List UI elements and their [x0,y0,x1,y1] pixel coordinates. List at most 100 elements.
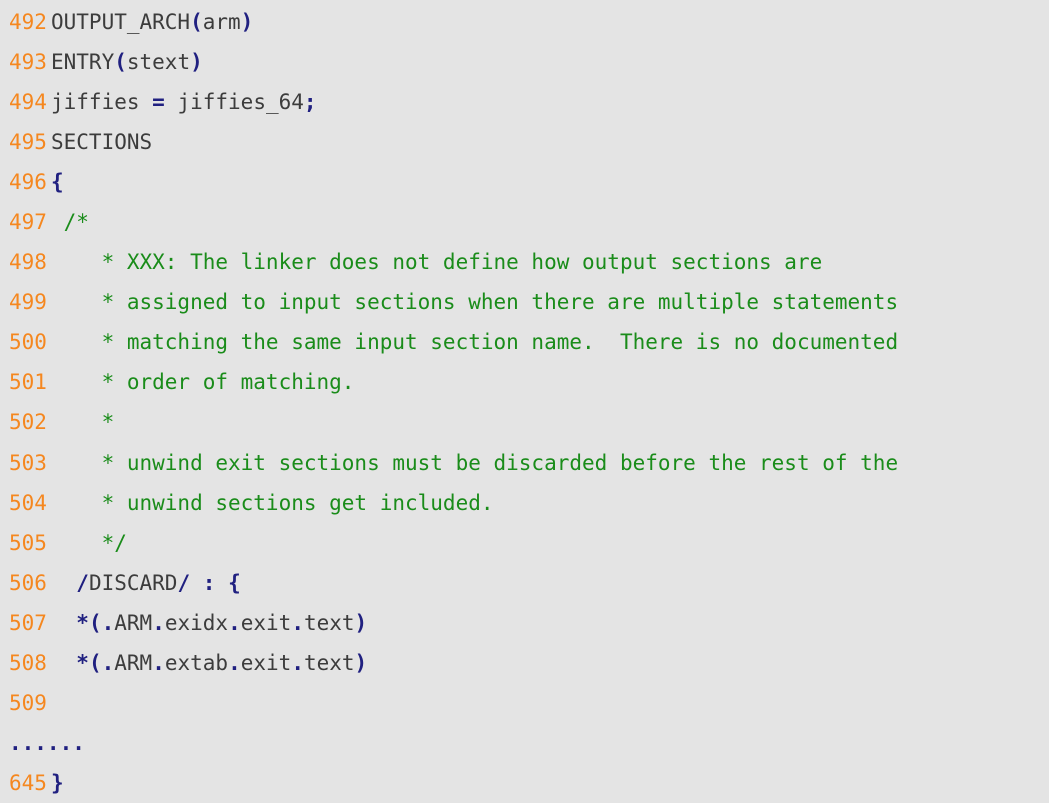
code-line: 495 SECTIONS [0,122,1049,162]
token-punc: : [202,570,216,595]
line-number: 501 [9,370,47,395]
token-punc: . [228,650,241,675]
token-plain: jiffies [51,90,153,115]
line-code: *(.ARM.exidx.exit.text) [50,603,367,643]
token-comment: * [51,410,115,435]
line-code: ENTRY(stext) [50,42,203,82]
line-number: 498 [9,250,47,275]
code-line: 494 jiffies = jiffies_64; [0,82,1049,122]
line-code: jiffies = jiffies_64; [50,82,317,122]
line-number: 499 [9,290,47,315]
line-code: * matching the same input section name. … [50,322,899,362]
code-line: 492 OUTPUT_ARCH(arm) [0,2,1049,42]
line-number: 504 [9,490,47,515]
token-plain: ARM [114,610,153,635]
token-plain: SECTIONS [51,130,153,155]
line-number: 507 [9,610,47,635]
line-number: 506 [9,570,47,595]
line-number: 495 [9,130,47,155]
code-line: 645} [0,763,1049,803]
line-code: } [50,763,64,803]
ellipsis-separator-row: ...... [0,723,1049,763]
line-number: 497 [9,210,47,235]
token-punc: ; [303,90,317,115]
token-comment: * XXX: The linker does not define how ou… [51,250,823,275]
token-plain: stext [126,50,191,75]
line-code: SECTIONS [50,122,152,162]
code-line: 501 * order of matching. [0,362,1049,402]
token-punc: / [76,570,89,595]
code-line: 500 * matching the same input section na… [0,322,1049,362]
token-plain: arm [202,10,241,34]
token-comment: * unwind exit sections must be discarded… [51,450,899,475]
token-plain: ARM [114,650,153,675]
line-number: 502 [9,410,47,435]
line-code: * assigned to input sections when there … [50,282,899,322]
line-number: 496 [9,170,47,195]
line-code: OUTPUT_ARCH(arm) [50,2,253,42]
line-code: { [50,162,64,202]
token-comment: */ [51,530,127,555]
token-punc: { [51,170,64,195]
token-punc: = [152,90,165,115]
token-plain: OUTPUT_ARCH [51,10,191,34]
line-number: 493 [9,50,47,75]
code-line: 504 * unwind sections get included. [0,483,1049,523]
token-punc: * [76,610,89,635]
line-code: *(.ARM.extab.exit.text) [50,643,367,683]
code-line: 503 * unwind exit sections must be disca… [0,443,1049,483]
token-punc: * [76,650,89,675]
line-code: /* [50,202,89,242]
line-code: * XXX: The linker does not define how ou… [50,242,823,282]
token-plain: extab [164,650,229,675]
line-code: * [50,402,115,442]
line-code: /DISCARD/ : { [50,563,241,603]
line-code: * order of matching. [50,362,355,402]
token-comment: * assigned to input sections when there … [51,290,899,315]
token-punc: . [152,610,165,635]
token-punc: ( [88,650,102,675]
token-comment: * order of matching. [51,370,355,395]
line-number: 505 [9,530,47,555]
token-punc: . [291,610,304,635]
line-number: 508 [9,650,47,675]
code-listing: 492 OUTPUT_ARCH(arm) 493 ENTRY(stext) 494 jif… [0,0,1049,795]
token-punc: . [101,610,115,635]
token-plain: exit [240,650,292,675]
code-line: 507 *(.ARM.exidx.exit.text) [0,603,1049,643]
line-number: 503 [9,450,47,475]
token-punc: . [291,650,304,675]
token-plain: exidx [164,610,229,635]
token-punc: ( [190,10,203,34]
token-punc: ( [114,50,127,75]
token-punc: . [228,610,241,635]
token-punc: ) [354,650,368,675]
line-number: 509 [9,690,47,715]
code-line: 502 * [0,402,1049,442]
token-plain: DISCARD [88,570,178,595]
token-punc: } [51,770,64,795]
token-plain: jiffies_64 [164,90,304,115]
line-code: * unwind exit sections must be discarded… [50,443,899,483]
code-line: 499 * assigned to input sections when th… [0,282,1049,322]
token-punc: ) [240,10,254,34]
code-line: 496{ [0,162,1049,202]
code-line: 505 */ [0,523,1049,563]
code-line: 497 /* [0,202,1049,242]
token-comment: /* [51,210,89,235]
token-punc: . [101,650,115,675]
token-punc: { [228,570,241,595]
token-plain: ENTRY [51,50,115,75]
token-plain: text [303,650,355,675]
code-line: 498 * XXX: The linker does not define ho… [0,242,1049,282]
token-plain: text [303,610,355,635]
code-line: 509 [0,683,1049,723]
token-punc: ) [190,50,203,75]
token-plain: exit [240,610,292,635]
line-number: 492 [9,10,47,34]
line-number: 500 [9,330,47,355]
code-line: 493 ENTRY(stext) [0,42,1049,82]
